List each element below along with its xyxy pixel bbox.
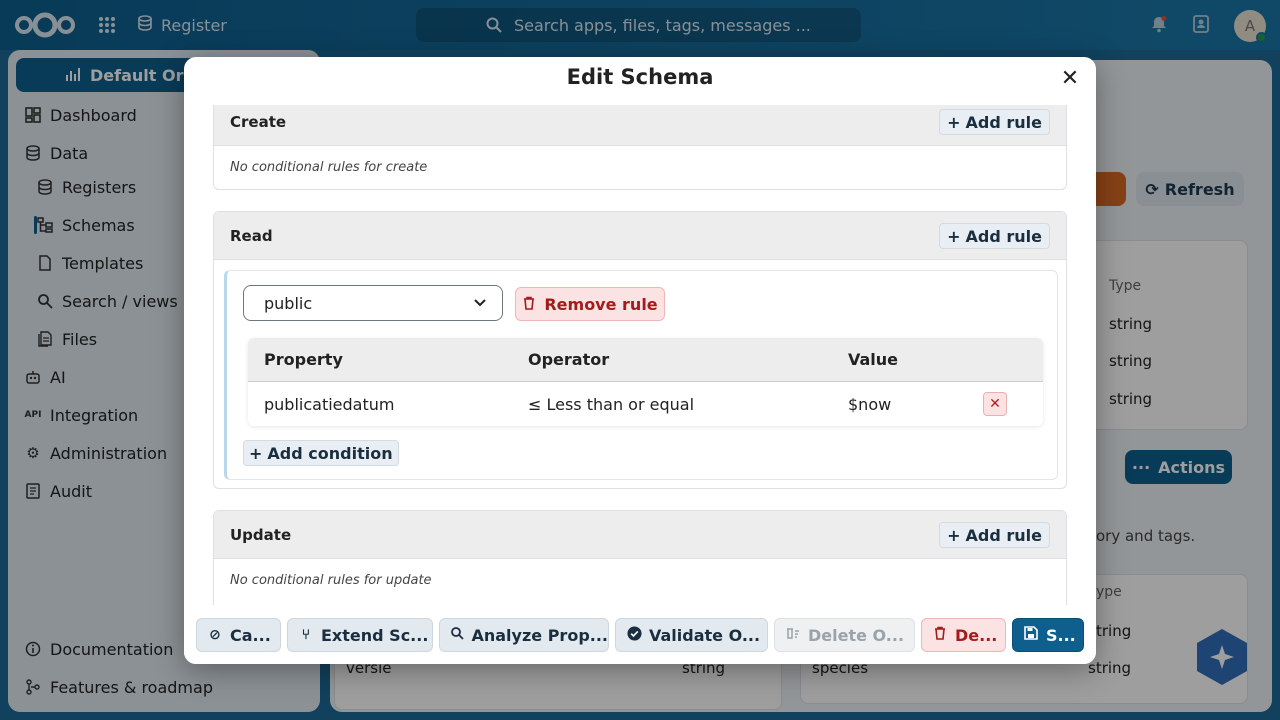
group-select-value: public [264,293,313,313]
dialog-footer: ⊘ Ca... ⑂ Extend Sc... Analyze Prop... V… [184,605,1096,664]
delete-schema-button[interactable]: De... [921,618,1006,652]
section-title: Read [230,226,273,245]
delete-objects-button[interactable]: Delete O... [774,618,915,652]
cancel-icon: ⊘ [209,627,221,643]
operator-column-header: Operator [528,350,610,369]
section-header: Read + Add rule [214,212,1066,260]
close-icon[interactable]: ✕ [1058,67,1082,91]
rule-card: public Remove rule Property Operator Val… [224,270,1058,480]
plus-icon: + [947,226,961,246]
add-condition-label: Add condition [267,443,393,463]
trash-icon [522,295,536,314]
check-circle-icon [626,625,642,645]
cancel-button[interactable]: ⊘ Ca... [196,618,281,652]
section-header: Update + Add rule [214,511,1066,559]
extend-schema-button[interactable]: ⑂ Extend Sc... [287,618,433,652]
section-header: Create + Add rule [214,105,1066,146]
condition-row: publicatiedatum ≤ Less than or equal $no… [248,382,1043,426]
validate-label: Validate O... [649,625,761,645]
save-button[interactable]: S... [1012,618,1084,652]
condition-operator[interactable]: ≤ Less than or equal [528,395,694,414]
dialog-body: Create + Add rule No conditional rules f… [184,105,1096,605]
validate-objects-button[interactable]: Validate O... [615,618,768,652]
read-rules-section: Read + Add rule public Remove rule Prope… [213,211,1067,489]
trash-icon [932,626,948,644]
remove-condition-icon[interactable]: ✕ [983,392,1007,416]
empty-rules-note: No conditional rules for create [230,160,428,175]
chevron-down-icon [472,294,488,314]
extend-label: Extend Sc... [321,625,429,645]
save-label: S... [1046,625,1076,645]
plus-icon: + [947,112,961,132]
group-select[interactable]: public [243,285,503,321]
add-create-rule-button[interactable]: + Add rule [939,109,1050,135]
add-rule-label: Add rule [965,112,1042,132]
add-rule-label: Add rule [965,525,1042,545]
add-update-rule-button[interactable]: + Add rule [939,522,1050,548]
condition-property[interactable]: publicatiedatum [264,395,394,414]
delete-objects-label: Delete O... [808,625,905,645]
conditions-table: Property Operator Value publicatiedatum … [248,338,1043,426]
plus-icon: + [947,525,961,545]
plus-icon: + [249,443,263,463]
remove-rule-label: Remove rule [544,294,658,314]
analyze-label: Analyze Prop... [471,625,608,645]
create-rules-section: Create + Add rule No conditional rules f… [213,105,1067,190]
delete-sweep-icon [785,626,801,644]
remove-rule-button[interactable]: Remove rule [515,287,665,321]
extend-icon: ⑂ [301,627,311,643]
save-icon [1023,626,1039,644]
cancel-label: Ca... [230,625,271,645]
analyze-icon [450,626,464,644]
condition-value[interactable]: $now [848,395,891,414]
section-title: Create [230,112,287,131]
add-rule-label: Add rule [965,226,1042,246]
edit-schema-dialog: Edit Schema ✕ Create + Add rule No condi… [184,57,1096,664]
add-read-rule-button[interactable]: + Add rule [939,223,1050,249]
add-condition-button[interactable]: + Add condition [243,440,399,466]
analyze-properties-button[interactable]: Analyze Prop... [439,618,609,652]
dialog-title: Edit Schema [566,65,714,89]
property-column-header: Property [264,350,343,369]
section-title: Update [230,525,292,544]
value-column-header: Value [848,350,899,369]
conditions-table-header: Property Operator Value [248,338,1043,382]
empty-rules-note: No conditional rules for update [230,573,432,588]
delete-label: De... [955,625,998,645]
update-rules-section: Update + Add rule No conditional rules f… [213,510,1067,605]
